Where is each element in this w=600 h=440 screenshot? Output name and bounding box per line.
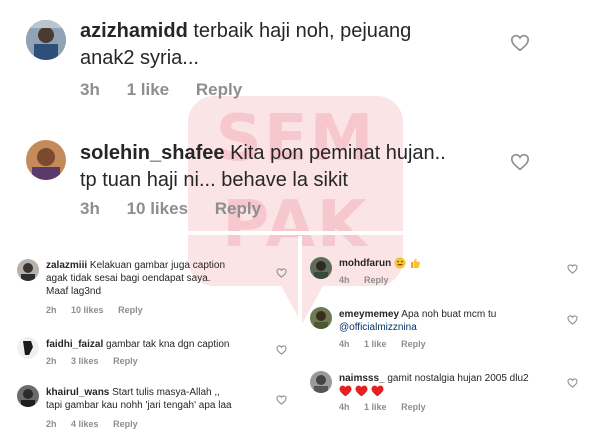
red-heart-emoji — [355, 385, 368, 397]
timestamp: 4h — [339, 339, 350, 349]
comment-meta: 3h 10 likes Reply — [80, 199, 261, 219]
avatar[interactable] — [310, 307, 332, 329]
heart-outline-icon[interactable] — [276, 268, 287, 278]
red-heart-emoji — [339, 385, 352, 397]
comment-meta: 2h 4 likes Reply — [46, 419, 138, 429]
timestamp: 2h — [46, 419, 57, 429]
reply-button[interactable]: Reply — [113, 356, 138, 366]
timestamp: 2h — [46, 356, 57, 366]
avatar-photo — [310, 371, 332, 393]
username[interactable]: khairul_wans — [46, 387, 109, 398]
comment-text-cont: Maaf lag3nd — [46, 286, 102, 297]
avatar-photo — [310, 257, 332, 279]
comment-meta: 4h 1 like Reply — [339, 402, 426, 412]
comment-text: Start tulis masya-Allah ,, — [112, 387, 220, 398]
comment-meta: 2h 10 likes Reply — [46, 305, 143, 315]
reply-button[interactable]: Reply — [401, 339, 426, 349]
avatar-photo — [310, 307, 332, 329]
like-count[interactable]: 10 likes — [71, 305, 104, 315]
avatar[interactable] — [17, 259, 39, 281]
red-heart-emoji — [371, 385, 384, 397]
reply-button[interactable]: Reply — [118, 305, 143, 315]
heart-outline-icon[interactable] — [276, 395, 287, 405]
avatar-photo — [17, 337, 39, 359]
comment-text: terbaik haji noh, pejuang — [193, 20, 412, 42]
heart-outline-icon[interactable] — [567, 264, 578, 274]
username[interactable]: solehin_shafee — [80, 142, 225, 164]
timestamp: 3h — [80, 199, 100, 218]
username[interactable]: zalazmiii — [46, 260, 87, 271]
timestamp: 3h — [80, 80, 100, 99]
like-count[interactable]: 3 likes — [71, 356, 99, 366]
like-count[interactable]: 1 like — [127, 80, 170, 99]
comment-meta: 4h Reply — [339, 275, 389, 285]
red-hearts-emoji — [339, 385, 384, 397]
top-comment-section: azizhamidd terbaik haji noh, pejuang ana… — [0, 0, 600, 231]
comment-text: Kelakuan gambar juga caption — [89, 260, 226, 271]
avatar[interactable] — [26, 20, 66, 60]
avatar-photo — [17, 259, 39, 281]
avatar[interactable] — [17, 385, 39, 407]
username[interactable]: emeymemey — [339, 309, 399, 320]
timestamp: 2h — [46, 305, 57, 315]
avatar[interactable] — [310, 371, 332, 393]
timestamp: 4h — [339, 275, 350, 285]
comment-text-cont: tp tuan haji ni... behave la sikit — [80, 169, 348, 191]
thumbs-up-emoji — [410, 258, 420, 269]
comment-emeymemey: emeymemey Apa noh buat mcm tu @officialm… — [339, 308, 496, 334]
comment-zalazmiii: zalazmiii Kelakuan gambar juga caption a… — [46, 259, 225, 298]
left-comment-section: zalazmiii Kelakuan gambar juga caption a… — [0, 235, 298, 440]
heart-outline-icon[interactable] — [510, 153, 530, 171]
reply-button[interactable]: Reply — [215, 199, 261, 218]
avatar[interactable] — [310, 257, 332, 279]
avatar[interactable] — [26, 140, 66, 180]
timestamp: 4h — [339, 402, 350, 412]
reply-button[interactable]: Reply — [196, 80, 242, 99]
comment-text-cont: anak2 syria... — [80, 47, 199, 69]
comment-text-cont: tapi gambar kau nohh 'jari tengah' apa l… — [46, 400, 232, 411]
comment-khairul-wans: khairul_wans Start tulis masya-Allah ,, … — [46, 386, 232, 412]
right-comment-section: mohdfarun 4h Reply emeymemey Apa noh bua… — [302, 235, 600, 440]
like-count[interactable]: 10 likes — [127, 199, 188, 218]
comment-text: Apa noh buat mcm tu — [401, 309, 497, 320]
comment-meta: 4h 1 like Reply — [339, 339, 426, 349]
heart-outline-icon[interactable] — [567, 378, 578, 388]
like-count[interactable]: 1 like — [364, 339, 387, 349]
comment-text: gamit nostalgia hujan 2005 dlu2 — [387, 373, 529, 384]
username[interactable]: mohdfarun — [339, 258, 391, 269]
username[interactable]: naimsss_ — [339, 373, 385, 384]
avatar-photo — [26, 140, 66, 180]
reply-button[interactable]: Reply — [401, 402, 426, 412]
comment-faidhi-faizal: faidhi_faizal gambar tak kna dgn caption — [46, 338, 229, 351]
reply-button[interactable]: Reply — [364, 275, 389, 285]
comment-text: Kita pon peminat hujan.. — [230, 142, 446, 164]
like-count[interactable]: 4 likes — [71, 419, 99, 429]
grinning-face-emoji — [394, 257, 406, 269]
reply-button[interactable]: Reply — [113, 419, 138, 429]
avatar-photo — [17, 385, 39, 407]
heart-outline-icon[interactable] — [567, 315, 578, 325]
comment-text-cont: agak tidak sesai bagi oendapat saya. — [46, 273, 211, 284]
username[interactable]: azizhamidd — [80, 20, 188, 42]
username[interactable]: faidhi_faizal — [46, 339, 103, 350]
heart-outline-icon[interactable] — [510, 34, 530, 52]
comment-naimsss: naimsss_ gamit nostalgia hujan 2005 dlu2 — [339, 372, 529, 398]
heart-outline-icon[interactable] — [276, 345, 287, 355]
comment-text: gambar tak kna dgn caption — [106, 339, 230, 350]
like-count[interactable]: 1 like — [364, 402, 387, 412]
avatar-photo — [26, 20, 66, 60]
comment-meta: 2h 3 likes Reply — [46, 356, 138, 366]
avatar[interactable] — [17, 337, 39, 359]
comment-meta: 3h 1 like Reply — [80, 80, 242, 100]
mention-link[interactable]: @officialmizznina — [339, 322, 417, 333]
comment-mohdfarun: mohdfarun — [339, 257, 421, 270]
